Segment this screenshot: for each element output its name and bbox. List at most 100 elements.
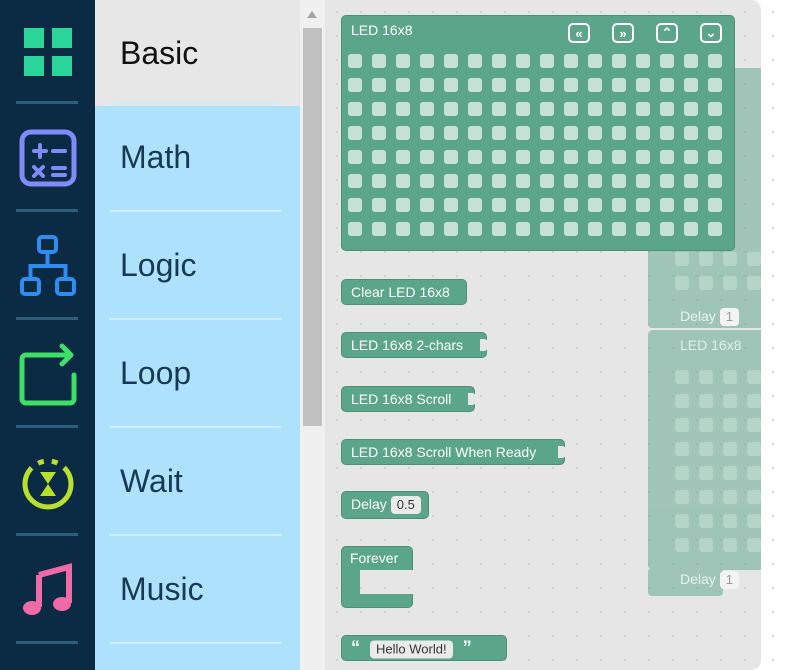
led-cell[interactable]	[516, 126, 530, 140]
led-cell[interactable]	[516, 198, 530, 212]
led-scroll-when-ready-block[interactable]: LED 16x8 Scroll When Ready	[341, 439, 566, 465]
led-cell[interactable]	[588, 150, 602, 164]
led-cell[interactable]	[444, 78, 458, 92]
led-cell[interactable]	[684, 150, 698, 164]
led-cell[interactable]	[612, 198, 626, 212]
led-cell[interactable]	[468, 102, 482, 116]
led-cell[interactable]	[420, 78, 434, 92]
led-cell[interactable]	[396, 174, 410, 188]
led-scroll-block[interactable]: LED 16x8 Scroll	[341, 386, 476, 412]
workspace-delay-block[interactable]: Delay 1	[680, 308, 740, 326]
category-loop[interactable]: Loop	[95, 320, 300, 426]
led-cell[interactable]	[348, 222, 362, 236]
led-cell[interactable]	[684, 198, 698, 212]
led-cell[interactable]	[564, 198, 578, 212]
led-cell[interactable]	[684, 174, 698, 188]
led-cell[interactable]	[468, 222, 482, 236]
category-music[interactable]: Music	[95, 536, 300, 642]
led-cell[interactable]	[492, 102, 506, 116]
category-loop-icon-button[interactable]	[0, 322, 95, 426]
text-string-block[interactable]: “ Hello World! ”	[341, 635, 507, 661]
led-cell[interactable]	[468, 126, 482, 140]
led-cell[interactable]	[540, 150, 554, 164]
led-cell[interactable]	[348, 54, 362, 68]
led-cell[interactable]	[708, 198, 722, 212]
led-cell[interactable]	[540, 174, 554, 188]
led-cell[interactable]	[540, 198, 554, 212]
led-cell[interactable]	[348, 102, 362, 116]
led-cell[interactable]	[540, 78, 554, 92]
led-cell[interactable]	[660, 222, 674, 236]
led-matrix-block[interactable]: LED 16x8 « » ⌃ ⌄	[341, 15, 735, 251]
clear-led-block[interactable]: Clear LED 16x8	[341, 279, 467, 305]
led-cell[interactable]	[348, 198, 362, 212]
led-cell[interactable]	[564, 126, 578, 140]
led-cell[interactable]	[636, 198, 650, 212]
led-cell[interactable]	[348, 78, 362, 92]
led-cell[interactable]	[444, 174, 458, 188]
scrollbar-thumb[interactable]	[303, 28, 322, 426]
led-cell[interactable]	[396, 222, 410, 236]
led-cell[interactable]	[612, 78, 626, 92]
led-cell[interactable]	[636, 102, 650, 116]
led-cell[interactable]	[540, 222, 554, 236]
led-cell[interactable]	[708, 222, 722, 236]
led-cell[interactable]	[468, 174, 482, 188]
led-cell[interactable]	[444, 222, 458, 236]
led-cell[interactable]	[588, 198, 602, 212]
scroll-up-arrow-icon[interactable]	[307, 11, 317, 18]
led-cell[interactable]	[468, 54, 482, 68]
led-cell[interactable]	[420, 174, 434, 188]
led-cell[interactable]	[468, 198, 482, 212]
led-cell[interactable]	[468, 150, 482, 164]
led-cell[interactable]	[396, 198, 410, 212]
led-cell[interactable]	[492, 174, 506, 188]
led-cell[interactable]	[660, 198, 674, 212]
led-cell[interactable]	[540, 126, 554, 140]
shift-left-button[interactable]: «	[568, 23, 590, 43]
delay-block[interactable]: Delay 0.5	[341, 491, 429, 519]
workspace-canvas[interactable]	[761, 0, 793, 670]
led-cell[interactable]	[444, 54, 458, 68]
led-cell[interactable]	[444, 102, 458, 116]
led-cell[interactable]	[612, 150, 626, 164]
led-cell[interactable]	[372, 126, 386, 140]
led-cell[interactable]	[660, 174, 674, 188]
led-cell[interactable]	[492, 54, 506, 68]
led-cell[interactable]	[636, 150, 650, 164]
led-cell[interactable]	[540, 54, 554, 68]
led-cell[interactable]	[588, 222, 602, 236]
menu-scrollbar[interactable]	[300, 0, 325, 670]
category-wait-icon-button[interactable]	[0, 430, 95, 534]
led-cell[interactable]	[612, 222, 626, 236]
led-cell[interactable]	[444, 150, 458, 164]
led-cell[interactable]	[612, 102, 626, 116]
text-value-field[interactable]: Hello World!	[370, 640, 453, 659]
led-cell[interactable]	[372, 198, 386, 212]
led-cell[interactable]	[396, 102, 410, 116]
led-cell[interactable]	[372, 78, 386, 92]
category-basic-icon-button[interactable]	[0, 0, 95, 104]
led-cell[interactable]	[708, 174, 722, 188]
led-cell[interactable]	[564, 222, 578, 236]
led-cell[interactable]	[372, 150, 386, 164]
led-cell[interactable]	[708, 126, 722, 140]
led-cell[interactable]	[684, 222, 698, 236]
shift-up-button[interactable]: ⌃	[656, 23, 678, 43]
led-cell[interactable]	[636, 54, 650, 68]
led-cell[interactable]	[420, 54, 434, 68]
led-cell[interactable]	[492, 222, 506, 236]
led-cell[interactable]	[516, 222, 530, 236]
category-math[interactable]: Math	[95, 104, 300, 210]
led-cell[interactable]	[708, 78, 722, 92]
led-cell[interactable]	[420, 222, 434, 236]
shift-down-button[interactable]: ⌄	[700, 23, 722, 43]
shift-right-button[interactable]: »	[612, 23, 634, 43]
led-cell[interactable]	[660, 102, 674, 116]
led-cell[interactable]	[708, 54, 722, 68]
led-cell[interactable]	[372, 102, 386, 116]
led-cell[interactable]	[396, 126, 410, 140]
led-cell[interactable]	[348, 126, 362, 140]
led-cell[interactable]	[588, 78, 602, 92]
led-cell[interactable]	[516, 174, 530, 188]
